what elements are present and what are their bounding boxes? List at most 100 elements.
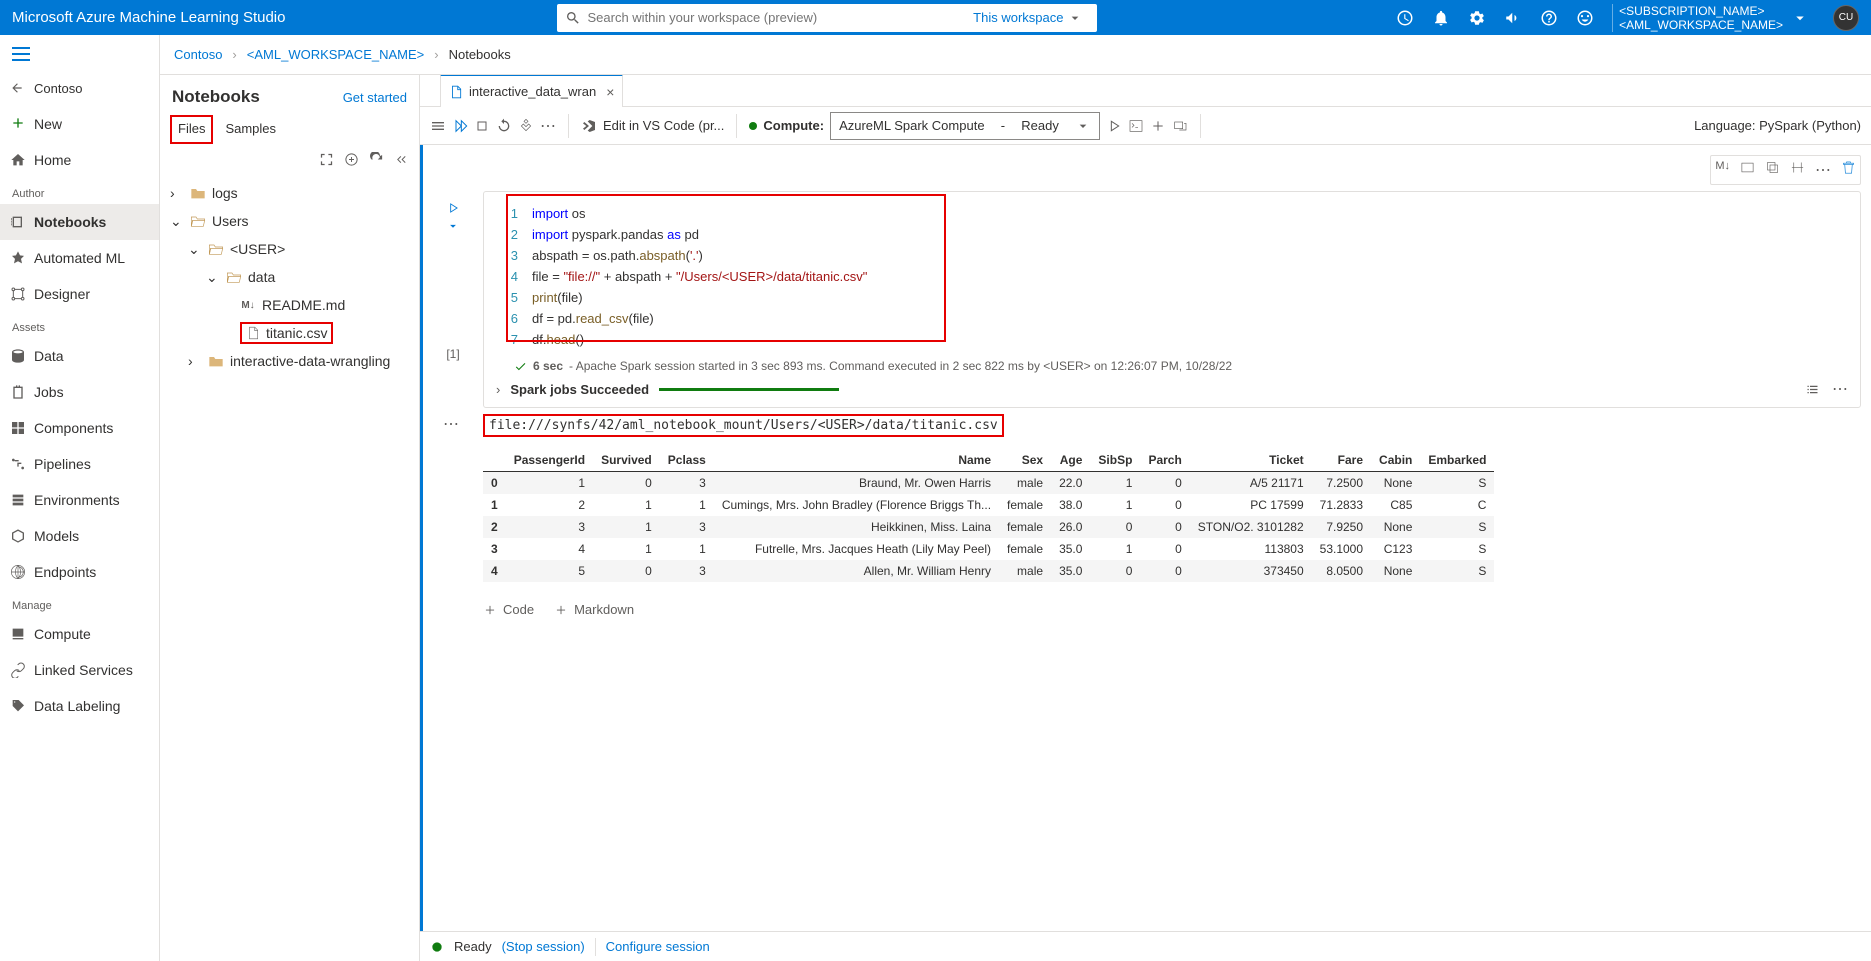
tree-users[interactable]: ⌄Users xyxy=(160,207,419,235)
nav-linked[interactable]: Linked Services xyxy=(0,652,159,688)
nav-designer[interactable]: Designer xyxy=(0,276,159,312)
terminal-icon[interactable] xyxy=(1128,118,1144,134)
add-code-button[interactable]: Code xyxy=(483,602,534,617)
delete-icon[interactable] xyxy=(1841,160,1856,175)
bell-icon[interactable] xyxy=(1432,9,1450,27)
nav-data[interactable]: Data xyxy=(0,338,159,374)
nav-pipelines[interactable]: Pipelines xyxy=(0,446,159,482)
plus-icon[interactable] xyxy=(1150,118,1166,134)
avatar[interactable]: CU xyxy=(1833,5,1859,31)
split-icon[interactable] xyxy=(1790,160,1805,175)
configure-session-link[interactable]: Configure session xyxy=(606,939,710,954)
gear-icon[interactable] xyxy=(1468,9,1486,27)
crumb-notebooks: Notebooks xyxy=(449,47,511,62)
compute-label: Compute: xyxy=(763,118,824,133)
file-tree: ›logs ⌄Users ⌄<USER> ⌄data M↓README.md t… xyxy=(160,175,419,379)
menu-icon[interactable] xyxy=(430,118,446,134)
tree-logs[interactable]: ›logs xyxy=(160,179,419,207)
edit-vscode[interactable]: Edit in VS Code (pr... xyxy=(603,118,724,133)
output-more-icon[interactable]: ⋯ xyxy=(443,414,459,434)
spark-chevron[interactable]: › xyxy=(496,382,500,397)
list-icon[interactable] xyxy=(1805,382,1820,397)
more-icon[interactable]: ⋯ xyxy=(540,116,556,136)
nav-section-author: Author xyxy=(0,182,159,204)
tree-titanic[interactable]: titanic.csv xyxy=(160,319,419,347)
compute-select[interactable]: AzureML Spark Compute-Ready xyxy=(830,112,1100,140)
app-title: Microsoft Azure Machine Learning Studio xyxy=(12,9,285,26)
clock-icon[interactable] xyxy=(1396,9,1414,27)
notebook-tabs: interactive_data_wran × xyxy=(420,75,1871,107)
nav-back[interactable]: Contoso xyxy=(0,70,159,106)
megaphone-icon[interactable] xyxy=(1504,9,1522,27)
cell-toolbar: M↓ ⋯ xyxy=(1710,155,1861,185)
vscode-icon xyxy=(581,118,597,134)
focus-icon[interactable] xyxy=(319,152,334,167)
top-bar: Microsoft Azure Machine Learning Studio … xyxy=(0,0,1871,35)
notebook-icon xyxy=(449,85,463,99)
status-ready: Ready xyxy=(454,939,492,954)
nav-notebooks[interactable]: Notebooks xyxy=(0,204,159,240)
stop-session-link[interactable]: (Stop session) xyxy=(502,939,585,954)
nav-labeling[interactable]: Data Labeling xyxy=(0,688,159,724)
workspace-name: <AML_WORKSPACE_NAME> xyxy=(1619,18,1783,32)
run-cell-icon[interactable] xyxy=(446,201,460,215)
cell-more-icon[interactable]: ⋯ xyxy=(1815,160,1831,180)
check-icon xyxy=(514,360,527,373)
search-input[interactable] xyxy=(587,10,973,25)
add-markdown-button[interactable]: Markdown xyxy=(554,602,634,617)
nav-automl[interactable]: Automated ML xyxy=(0,240,159,276)
hamburger-icon[interactable] xyxy=(0,41,159,70)
tab-samples[interactable]: Samples xyxy=(217,115,284,144)
link-compute-icon[interactable] xyxy=(1172,118,1188,134)
nav-new[interactable]: New xyxy=(0,106,159,142)
nav-jobs[interactable]: Jobs xyxy=(0,374,159,410)
nav-components[interactable]: Components xyxy=(0,410,159,446)
collapse-icon[interactable] xyxy=(394,152,409,167)
tree-data[interactable]: ⌄data xyxy=(160,263,419,291)
nav-environments[interactable]: Environments xyxy=(0,482,159,518)
copy-icon[interactable] xyxy=(1765,160,1780,175)
clear-icon[interactable] xyxy=(518,118,534,134)
smile-icon[interactable] xyxy=(1576,9,1594,27)
subscription-name: <SUBSCRIPTION_NAME> xyxy=(1619,4,1783,18)
search-box[interactable]: This workspace xyxy=(557,4,1097,32)
tree-user[interactable]: ⌄<USER> xyxy=(160,235,419,263)
run-icon[interactable] xyxy=(1106,118,1122,134)
code-editor[interactable]: 1import os 2import pyspark.pandas as pd … xyxy=(483,191,1861,408)
nav-endpoints[interactable]: Endpoints xyxy=(0,554,159,590)
language-label[interactable]: Language: PySpark (Python) xyxy=(1694,118,1861,133)
spark-more-icon[interactable]: ⋯ xyxy=(1832,379,1848,399)
tab-files[interactable]: Files xyxy=(170,115,213,144)
help-icon[interactable] xyxy=(1540,9,1558,27)
chevron-down-icon xyxy=(1067,10,1083,26)
tree-idw[interactable]: ›interactive-data-wrangling xyxy=(160,347,419,375)
notebook-tab[interactable]: interactive_data_wran × xyxy=(440,75,623,107)
subscription-info[interactable]: <SUBSCRIPTION_NAME> <AML_WORKSPACE_NAME> xyxy=(1612,4,1815,32)
crumb-workspace[interactable]: <AML_WORKSPACE_NAME> xyxy=(247,47,424,62)
status-bar: Ready (Stop session) Configure session xyxy=(420,931,1871,961)
files-heading: Notebooks xyxy=(172,87,260,107)
output-area: ⋯ file:///synfs/42/aml_notebook_mount/Us… xyxy=(483,414,1861,582)
nav-home[interactable]: Home xyxy=(0,142,159,178)
nav-models[interactable]: Models xyxy=(0,518,159,554)
cell-chevron-icon[interactable] xyxy=(446,219,460,233)
add-icon[interactable] xyxy=(344,152,359,167)
tree-readme[interactable]: M↓README.md xyxy=(160,291,419,319)
refresh-icon[interactable] xyxy=(369,152,384,167)
cell-index: [1] xyxy=(446,347,459,361)
run-all-icon[interactable] xyxy=(452,118,468,134)
restart-icon[interactable] xyxy=(496,118,512,134)
nav-compute[interactable]: Compute xyxy=(0,616,159,652)
nav-section-assets: Assets xyxy=(0,316,159,338)
get-started-link[interactable]: Get started xyxy=(343,90,407,105)
search-scope[interactable]: This workspace xyxy=(973,10,1089,26)
md-toggle[interactable]: M↓ xyxy=(1715,160,1730,180)
crumb-contoso[interactable]: Contoso xyxy=(174,47,222,62)
top-icon-bar: <SUBSCRIPTION_NAME> <AML_WORKSPACE_NAME>… xyxy=(1396,4,1859,32)
search-icon xyxy=(565,10,581,26)
dataframe-table: PassengerIdSurvivedPclassNameSexAgeSibSp… xyxy=(483,449,1494,582)
variables-icon[interactable] xyxy=(1740,160,1755,175)
close-icon[interactable]: × xyxy=(606,84,614,100)
notebook-content: M↓ ⋯ [1] 1impor xyxy=(420,145,1871,931)
stop-icon[interactable] xyxy=(474,118,490,134)
